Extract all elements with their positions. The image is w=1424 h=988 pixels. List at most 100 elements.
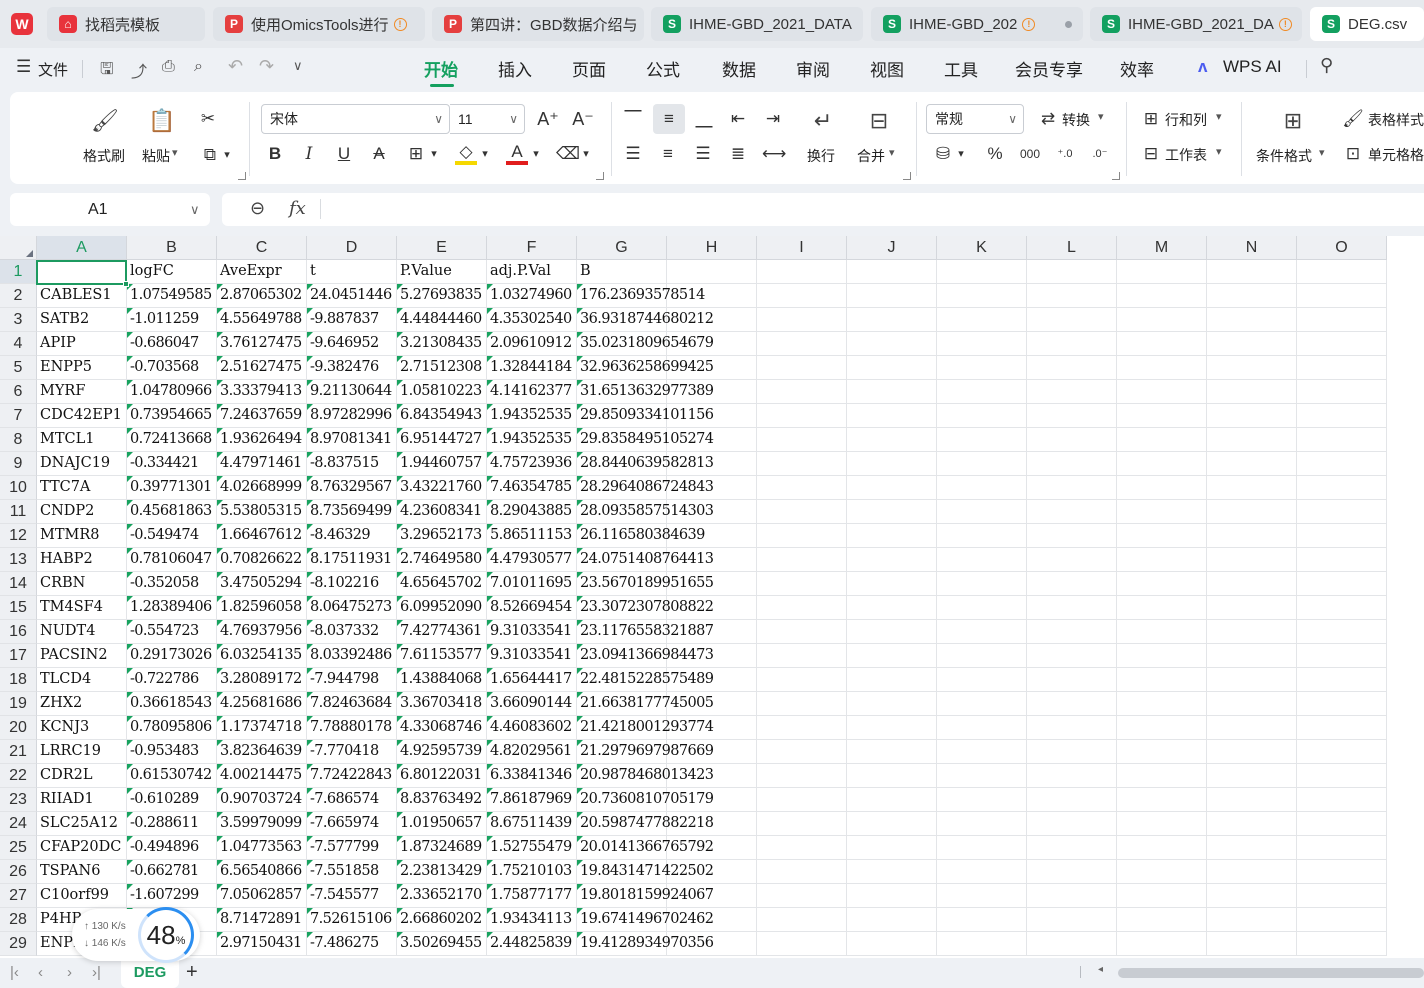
cell[interactable]: AveExpr <box>217 260 307 284</box>
cell[interactable] <box>1027 476 1117 500</box>
cell[interactable]: 6.95144727 <box>397 428 487 452</box>
cell[interactable] <box>1207 572 1297 596</box>
cell[interactable] <box>847 812 937 836</box>
row-header[interactable]: 20 <box>0 716 37 740</box>
cell[interactable]: -7.551858 <box>307 860 397 884</box>
cell[interactable] <box>757 500 847 524</box>
column-header-F[interactable]: F <box>487 236 577 260</box>
cell[interactable]: -7.545577 <box>307 884 397 908</box>
cell[interactable] <box>1117 836 1207 860</box>
cell[interactable] <box>1207 284 1297 308</box>
cell[interactable] <box>1027 812 1117 836</box>
cell[interactable] <box>1027 908 1117 932</box>
cell[interactable]: -7.686574 <box>307 788 397 812</box>
wps-ai-button[interactable]: WPS AI <box>1223 57 1282 77</box>
cell[interactable]: 4.46083602 <box>487 716 577 740</box>
cell[interactable]: 0.61530742 <box>127 764 217 788</box>
cell[interactable]: -7.944798 <box>307 668 397 692</box>
cell[interactable]: SLC25A12 <box>37 812 127 836</box>
currency-icon[interactable]: ⛁ <box>932 143 954 165</box>
font-name-select[interactable]: 宋体 ∨ <box>261 104 450 134</box>
clear-format-icon[interactable]: ⌫ <box>556 143 580 165</box>
cell[interactable] <box>1297 380 1387 404</box>
row-header[interactable]: 10 <box>0 476 37 500</box>
cell[interactable] <box>1027 452 1117 476</box>
save-icon[interactable]: 🖫 <box>100 58 114 85</box>
cell[interactable] <box>667 260 757 284</box>
cell[interactable] <box>937 740 1027 764</box>
cell[interactable] <box>757 380 847 404</box>
cell[interactable]: 1.04780966 <box>127 380 217 404</box>
justify-icon[interactable]: ≣ <box>727 143 749 165</box>
cell[interactable]: -0.352058 <box>127 572 217 596</box>
add-sheet-icon[interactable]: + <box>186 961 198 984</box>
column-header-I[interactable]: I <box>757 236 847 260</box>
cell[interactable] <box>1207 764 1297 788</box>
thousands-icon[interactable]: 000 <box>1019 143 1041 165</box>
row-header[interactable]: 1 <box>0 260 37 284</box>
cell[interactable]: 0.73954665 <box>127 404 217 428</box>
cell[interactable]: -8.837515 <box>307 452 397 476</box>
cell[interactable]: 26.116580384639 <box>577 524 705 548</box>
wps-logo-icon[interactable]: W <box>6 8 38 40</box>
cell[interactable] <box>1027 620 1117 644</box>
cell[interactable]: 4.82029561 <box>487 740 577 764</box>
cell[interactable]: TM4SF4 <box>37 596 127 620</box>
font-color-dropdown-icon[interactable]: ▾ <box>530 143 542 165</box>
cell[interactable]: CNDP2 <box>37 500 127 524</box>
cell[interactable]: 8.29043885 <box>487 500 577 524</box>
cell[interactable] <box>757 548 847 572</box>
cell[interactable]: 29.8509334101156 <box>577 404 714 428</box>
doc-tab-0[interactable]: ⌂ 找稻壳模板 <box>47 7 205 41</box>
cell[interactable] <box>1027 740 1117 764</box>
cell[interactable] <box>1027 644 1117 668</box>
cell[interactable] <box>937 380 1027 404</box>
cell[interactable]: 1.04773563 <box>217 836 307 860</box>
cell[interactable]: 1.52755479 <box>487 836 577 860</box>
table-style-label[interactable]: 表格样式 <box>1368 110 1424 130</box>
cell[interactable]: -0.662781 <box>127 860 217 884</box>
column-header-E[interactable]: E <box>397 236 487 260</box>
cell[interactable] <box>1117 500 1207 524</box>
cell[interactable] <box>937 284 1027 308</box>
cell[interactable]: TLCD4 <box>37 668 127 692</box>
cell[interactable] <box>847 788 937 812</box>
cell[interactable] <box>757 524 847 548</box>
cell[interactable] <box>757 476 847 500</box>
cell[interactable] <box>757 284 847 308</box>
cell[interactable] <box>1297 308 1387 332</box>
last-sheet-icon[interactable]: ›| <box>92 964 101 981</box>
cell[interactable]: -7.486275 <box>307 932 397 956</box>
search-icon[interactable]: ⚲ <box>1320 55 1333 76</box>
cell[interactable]: -8.102216 <box>307 572 397 596</box>
cell[interactable]: 7.01011695 <box>487 572 577 596</box>
cell[interactable]: 20.9878468013423 <box>577 764 714 788</box>
cell[interactable] <box>847 644 937 668</box>
cell[interactable] <box>1207 308 1297 332</box>
cell[interactable]: 3.43221760 <box>397 476 487 500</box>
cell[interactable]: 7.24637659 <box>217 404 307 428</box>
menu-0[interactable]: 开始 <box>424 56 458 81</box>
conditional-format-label[interactable]: 条件格式 <box>1256 146 1312 166</box>
wrap-text-icon[interactable]: ↵ <box>808 106 838 136</box>
next-sheet-icon[interactable]: › <box>67 964 72 981</box>
doc-tab-5[interactable]: S IHME-GBD_2021_DA! <box>1090 7 1302 41</box>
column-header-D[interactable]: D <box>307 236 397 260</box>
cell[interactable] <box>847 380 937 404</box>
row-header[interactable]: 2 <box>0 284 37 308</box>
cell[interactable] <box>847 284 937 308</box>
cell[interactable] <box>1207 260 1297 284</box>
cell[interactable]: 7.52615106 <box>307 908 397 932</box>
cell[interactable]: -9.887837 <box>307 308 397 332</box>
cell[interactable]: CDC42EP1 <box>37 404 127 428</box>
convert-dropdown-icon[interactable]: ▾ <box>1098 110 1104 123</box>
cell[interactable]: 1.17374718 <box>217 716 307 740</box>
cell[interactable]: 24.0451446 <box>307 284 397 308</box>
quick-access-dropdown-icon[interactable]: ∨ <box>293 58 303 74</box>
cell[interactable] <box>847 476 937 500</box>
cell[interactable]: 29.8358495105274 <box>577 428 714 452</box>
cell[interactable]: 2.33652170 <box>397 884 487 908</box>
cell[interactable] <box>1207 836 1297 860</box>
cell[interactable] <box>1117 908 1207 932</box>
cell[interactable] <box>1117 428 1207 452</box>
